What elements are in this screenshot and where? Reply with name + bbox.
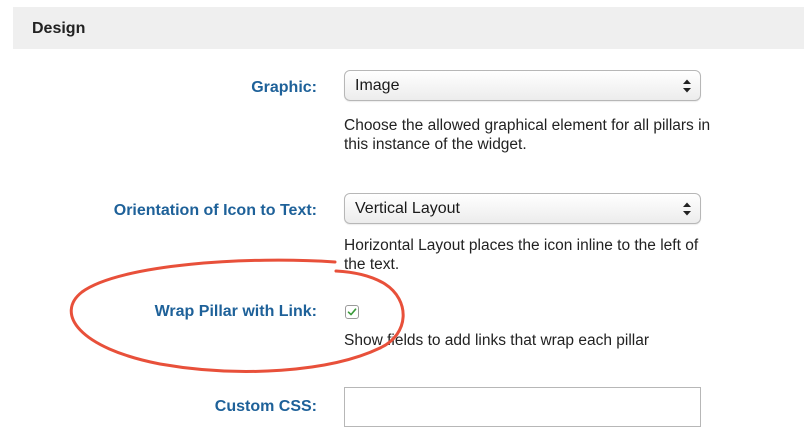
custom-css-textarea[interactable] <box>344 387 701 427</box>
wrap-link-help: Show fields to add links that wrap each … <box>344 332 649 349</box>
orientation-label: Orientation of Icon to Text: <box>113 202 317 219</box>
section-title: Design <box>32 20 86 37</box>
orientation-select[interactable]: Vertical Layout <box>344 193 701 224</box>
up-down-chevron-icon <box>683 202 691 216</box>
wrap-link-checkbox[interactable] <box>345 305 359 319</box>
custom-css-label: Custom CSS: <box>214 398 317 415</box>
wrap-link-label: Wrap Pillar with Link: <box>154 303 317 320</box>
orientation-select-value: Vertical Layout <box>355 200 460 217</box>
checkmark-icon <box>347 308 357 316</box>
graphic-select-value: Image <box>355 77 400 94</box>
graphic-help: Choose the allowed graphical element for… <box>344 117 711 153</box>
graphic-label: Graphic: <box>251 79 317 96</box>
section-header: Design <box>13 7 804 49</box>
up-down-chevron-icon <box>683 79 691 93</box>
graphic-select[interactable]: Image <box>344 70 701 101</box>
orientation-help: Horizontal Layout places the icon inline… <box>344 237 699 273</box>
